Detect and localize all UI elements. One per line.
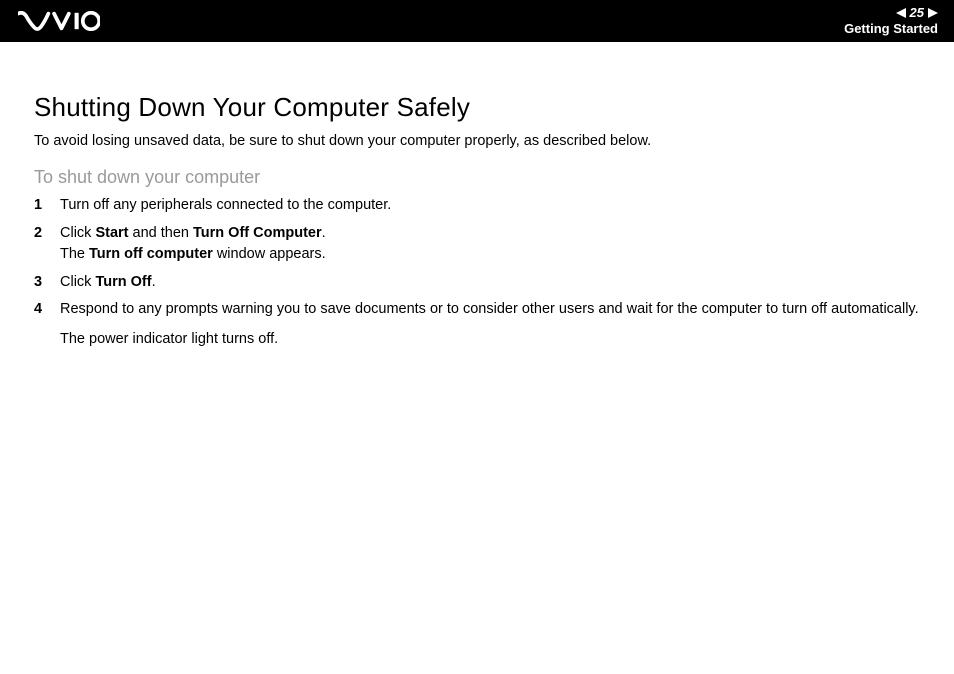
- page-number: 25: [910, 6, 924, 20]
- step-4: Respond to any prompts warning you to sa…: [34, 300, 920, 349]
- intro-paragraph: To avoid losing unsaved data, be sure to…: [34, 133, 920, 149]
- document-page: 25 Getting Started Shutting Down Your Co…: [0, 0, 954, 674]
- step-text: Click Start and then Turn Off Computer.: [60, 225, 326, 241]
- page-content: Shutting Down Your Computer Safely To av…: [0, 42, 954, 357]
- step-1: Turn off any peripherals connected to th…: [34, 196, 920, 216]
- page-header: 25 Getting Started: [0, 0, 954, 42]
- step-extra: The Turn off computer window appears.: [60, 245, 920, 265]
- section-label: Getting Started: [844, 22, 938, 36]
- page-title: Shutting Down Your Computer Safely: [34, 92, 920, 123]
- step-3: Click Turn Off.: [34, 273, 920, 293]
- step-text: Click Turn Off.: [60, 274, 156, 290]
- next-page-icon[interactable]: [928, 8, 938, 18]
- prev-page-icon[interactable]: [896, 8, 906, 18]
- page-navigator: 25: [896, 6, 938, 20]
- step-2: Click Start and then Turn Off Computer. …: [34, 224, 920, 265]
- step-follow: The power indicator light turns off.: [60, 330, 920, 350]
- step-text: Respond to any prompts warning you to sa…: [60, 301, 919, 317]
- procedure-subtitle: To shut down your computer: [34, 167, 920, 188]
- steps-list: Turn off any peripherals connected to th…: [34, 196, 920, 349]
- header-right: 25 Getting Started: [844, 6, 938, 36]
- step-text: Turn off any peripherals connected to th…: [60, 197, 391, 213]
- vaio-logo: [18, 11, 100, 31]
